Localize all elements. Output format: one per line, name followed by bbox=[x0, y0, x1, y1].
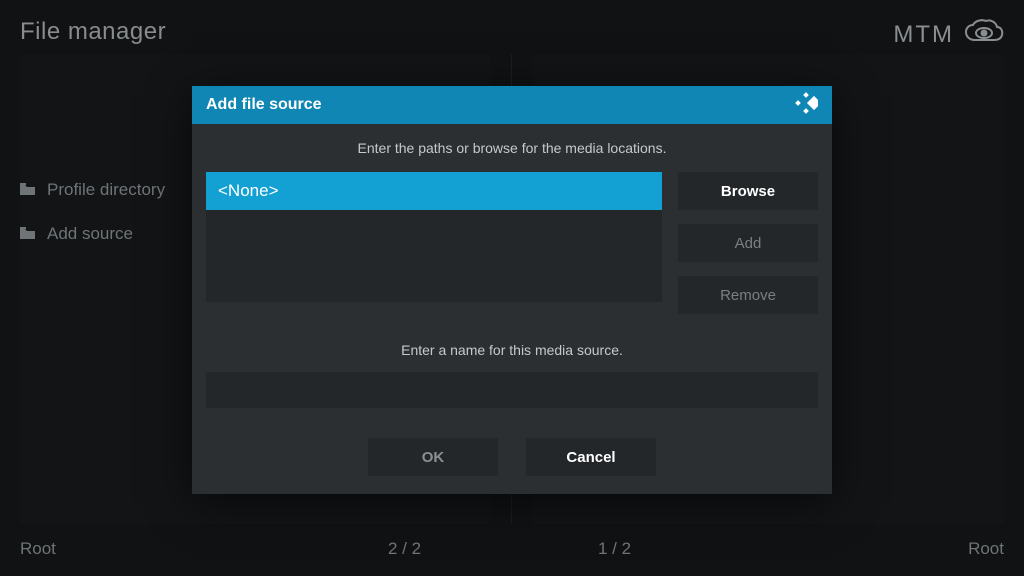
remove-button[interactable]: Remove bbox=[678, 276, 818, 314]
add-button[interactable]: Add bbox=[678, 224, 818, 262]
footer-bar: Root 2 / 2 1 / 2 Root bbox=[0, 534, 1024, 564]
list-item-profile-directory[interactable]: Profile directory bbox=[20, 180, 165, 200]
dialog-title: Add file source bbox=[206, 96, 322, 114]
folder-icon bbox=[20, 180, 35, 200]
list-item-label: Profile directory bbox=[47, 180, 165, 200]
folder-icon bbox=[20, 224, 35, 244]
add-file-source-dialog: Add file source Enter the paths or brows… bbox=[192, 86, 832, 494]
list-item-label: Add source bbox=[47, 224, 133, 244]
ok-button[interactable]: OK bbox=[368, 438, 498, 476]
brand-text: MTM bbox=[893, 21, 954, 49]
page-title: File manager bbox=[20, 18, 166, 46]
left-item-count: 2 / 2 bbox=[388, 539, 421, 559]
cancel-button[interactable]: Cancel bbox=[526, 438, 656, 476]
cloud-eye-icon bbox=[964, 18, 1004, 51]
left-root-label: Root bbox=[20, 539, 56, 559]
left-file-list: Profile directory Add source bbox=[20, 180, 165, 244]
right-root-label: Root bbox=[968, 539, 1004, 559]
paths-prompt-text: Enter the paths or browse for the media … bbox=[206, 140, 818, 156]
dialog-header: Add file source bbox=[192, 86, 832, 124]
name-prompt-text: Enter a name for this media source. bbox=[206, 342, 818, 358]
list-item-add-source[interactable]: Add source bbox=[20, 224, 165, 244]
right-item-count: 1 / 2 bbox=[598, 539, 631, 559]
kodi-logo-icon bbox=[794, 91, 818, 120]
source-name-input[interactable] bbox=[206, 372, 818, 408]
browse-button[interactable]: Browse bbox=[678, 172, 818, 210]
brand-badge: MTM bbox=[893, 18, 1004, 51]
path-item[interactable]: <None> bbox=[206, 172, 662, 210]
paths-list: <None> bbox=[206, 172, 662, 302]
